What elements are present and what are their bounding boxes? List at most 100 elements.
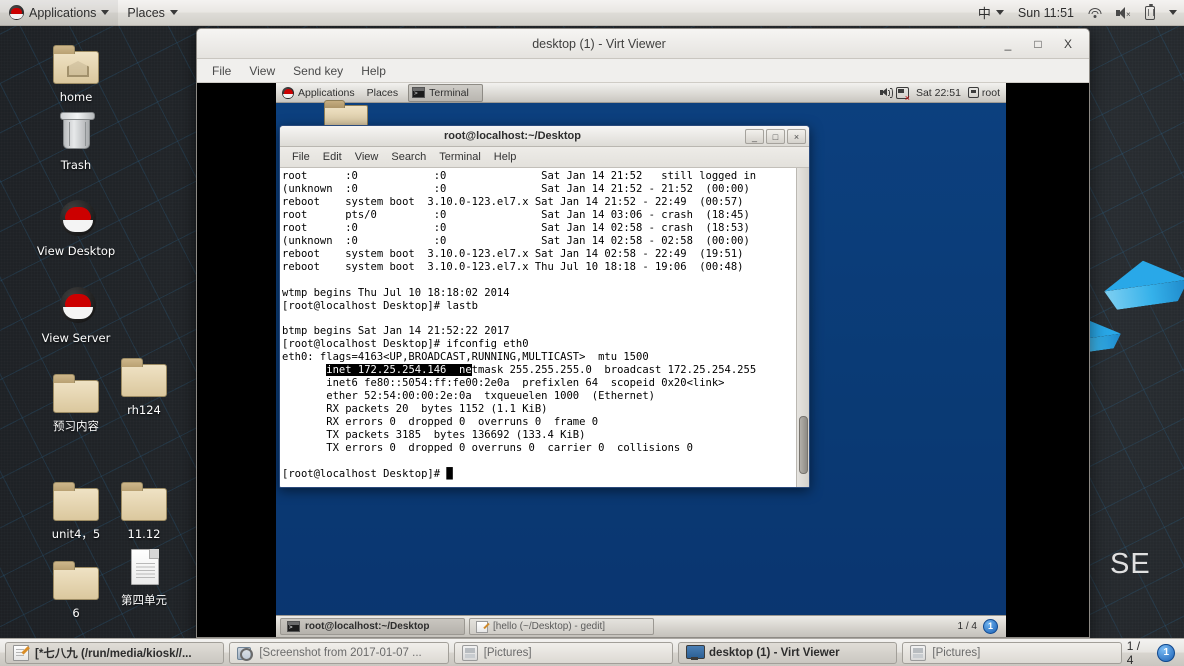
terminal-menubar: File Edit View Search Terminal Help bbox=[280, 147, 809, 168]
menu-file[interactable]: File bbox=[205, 62, 238, 80]
applications-label: Applications bbox=[29, 5, 97, 20]
desktop-icon-disiyuanyuan[interactable]: 第四单元 bbox=[104, 545, 184, 607]
terminal-menu-search[interactable]: Search bbox=[385, 149, 432, 165]
places-menu[interactable]: Places bbox=[118, 0, 187, 26]
chevron-down-icon bbox=[1169, 10, 1177, 15]
applications-menu[interactable]: Applications bbox=[0, 0, 119, 26]
desktop-icon-view-desktop[interactable]: View Desktop bbox=[36, 196, 116, 258]
vm-workspace-badge[interactable]: 1 bbox=[983, 619, 998, 634]
volume-icon[interactable] bbox=[879, 87, 893, 98]
host-task-screenshot[interactable]: [Screenshot from 2017-01-07 ... bbox=[229, 641, 449, 664]
host-task-label: [Pictures] bbox=[932, 646, 981, 659]
vm-clock[interactable]: Sat 22:51 bbox=[916, 87, 961, 99]
terminal-close-button[interactable]: × bbox=[787, 128, 806, 144]
volume-indicator[interactable]: × bbox=[1109, 0, 1138, 26]
host-task-label: [*七八九 (/run/media/kiosk//... bbox=[35, 647, 192, 660]
terminal-menu-help[interactable]: Help bbox=[488, 149, 523, 165]
vm-display-area[interactable]: Applications Places Terminal Sat 22:51 r… bbox=[197, 83, 1089, 637]
folder-icon bbox=[50, 558, 102, 604]
redhat-icon bbox=[50, 283, 102, 329]
folder-icon bbox=[118, 479, 170, 525]
menu-help[interactable]: Help bbox=[354, 62, 393, 80]
monitor-icon bbox=[686, 645, 706, 660]
desktop-icon-label: Trash bbox=[60, 158, 92, 172]
pictures-icon bbox=[461, 644, 478, 661]
terminal-body[interactable]: root :0 :0 Sat Jan 14 21:52 still logged… bbox=[280, 168, 809, 487]
terminal-menu-terminal[interactable]: Terminal bbox=[433, 149, 487, 165]
pictures-icon bbox=[910, 644, 927, 661]
terminal-output[interactable]: root :0 :0 Sat Jan 14 21:52 still logged… bbox=[280, 168, 796, 487]
desktop-icon-rh124[interactable]: rh124 bbox=[104, 355, 184, 417]
vm-workspace-indicator: 1 / 4 1 bbox=[958, 619, 1002, 634]
desktop-icon-home[interactable]: home bbox=[36, 42, 116, 104]
gedit-icon bbox=[476, 620, 488, 633]
desktop-icon-label: 预习内容 bbox=[53, 419, 99, 433]
desktop-icon-11-12[interactable]: 11.12 bbox=[104, 479, 184, 541]
vm-screen[interactable]: Applications Places Terminal Sat 22:51 r… bbox=[276, 83, 1006, 637]
terminal-maximize-button[interactable]: □ bbox=[766, 128, 785, 144]
host-taskbar: [*七八九 (/run/media/kiosk//... [Screenshot… bbox=[0, 638, 1184, 666]
redhat-icon bbox=[9, 5, 24, 20]
vm-task-gedit[interactable]: [hello (~/Desktop) - gedit] bbox=[469, 618, 654, 635]
host-workspace-label: 1 / 4 bbox=[1126, 638, 1141, 666]
wallpaper-text: SE bbox=[1110, 548, 1151, 580]
vm-user-label[interactable]: root bbox=[982, 87, 1000, 99]
trash-icon bbox=[50, 110, 102, 156]
minimize-button[interactable]: _ bbox=[1001, 37, 1015, 51]
terminal-window-controls: _ □ × bbox=[745, 128, 809, 144]
chevron-down-icon bbox=[169, 10, 178, 15]
desktop-icon-label: 11.12 bbox=[127, 527, 161, 541]
input-method-indicator[interactable]: 中 bbox=[971, 0, 1011, 26]
document-icon bbox=[118, 545, 170, 591]
desktop-icon-label: View Desktop bbox=[36, 244, 116, 258]
vm-applications-label: Applications bbox=[298, 86, 355, 99]
host-task-pictures-2[interactable]: [Pictures] bbox=[902, 641, 1122, 664]
clock[interactable]: Sun 11:51 bbox=[1011, 0, 1081, 26]
redhat-icon bbox=[282, 86, 294, 99]
network-disconnected-icon[interactable] bbox=[895, 86, 910, 103]
vm-task-terminal[interactable]: root@localhost:~/Desktop bbox=[280, 618, 465, 635]
virt-viewer-titlebar[interactable]: desktop (1) - Virt Viewer _ □ X bbox=[197, 29, 1089, 59]
terminal-output-after: tmask 255.255.255.0 broadcast 172.25.254… bbox=[282, 364, 757, 480]
screenshot-icon bbox=[237, 645, 254, 661]
terminal-menu-edit[interactable]: Edit bbox=[317, 149, 348, 165]
close-button[interactable]: X bbox=[1061, 37, 1075, 51]
terminal-title: root@localhost:~/Desktop bbox=[444, 130, 581, 142]
folder-icon bbox=[118, 355, 170, 401]
desktop-icon-trash[interactable]: Trash bbox=[36, 110, 116, 172]
user-icon bbox=[967, 87, 979, 98]
maximize-button[interactable]: □ bbox=[1031, 37, 1045, 51]
host-task-pictures[interactable]: [Pictures] bbox=[453, 641, 674, 664]
terminal-icon bbox=[412, 87, 426, 98]
battery-icon bbox=[1145, 3, 1155, 20]
menu-view[interactable]: View bbox=[242, 62, 282, 80]
terminal-scrollbar[interactable] bbox=[796, 168, 809, 487]
vm-applications-menu[interactable]: Applications bbox=[276, 83, 361, 103]
terminal-menu-view[interactable]: View bbox=[349, 149, 385, 165]
vm-window-button-terminal[interactable]: Terminal bbox=[408, 83, 484, 102]
battery-indicator[interactable] bbox=[1138, 0, 1162, 26]
speaker-muted-icon: × bbox=[1116, 6, 1131, 19]
gedit-icon bbox=[13, 644, 29, 661]
host-task-virt-viewer[interactable]: desktop (1) - Virt Viewer bbox=[678, 641, 898, 664]
folder-home-icon bbox=[50, 42, 102, 88]
redhat-icon bbox=[50, 196, 102, 242]
virt-viewer-window[interactable]: desktop (1) - Virt Viewer _ □ X File Vie… bbox=[196, 28, 1090, 638]
desktop-icon-view-server[interactable]: View Server bbox=[36, 283, 116, 345]
vm-places-menu[interactable]: Places bbox=[361, 83, 405, 103]
terminal-selected-text: inet 172.25.254.146 ne bbox=[326, 364, 472, 377]
host-workspace-badge[interactable]: 1 bbox=[1157, 643, 1175, 662]
host-system-tray: 中 Sun 11:51 × bbox=[971, 0, 1184, 26]
terminal-minimize-button[interactable]: _ bbox=[745, 128, 764, 144]
network-wifi-indicator[interactable] bbox=[1081, 0, 1109, 26]
terminal-scrollbar-thumb[interactable] bbox=[799, 416, 808, 474]
terminal-window[interactable]: root@localhost:~/Desktop _ □ × File Edit… bbox=[279, 125, 810, 488]
desktop-icon-label: home bbox=[59, 90, 93, 104]
terminal-titlebar[interactable]: root@localhost:~/Desktop _ □ × bbox=[280, 126, 809, 147]
desktop-icon-label: View Server bbox=[41, 331, 111, 345]
system-menu[interactable] bbox=[1162, 0, 1184, 26]
terminal-menu-file[interactable]: File bbox=[286, 149, 316, 165]
host-task-gedit[interactable]: [*七八九 (/run/media/kiosk//... bbox=[5, 641, 225, 664]
chevron-down-icon bbox=[101, 10, 110, 15]
menu-send-key[interactable]: Send key bbox=[286, 62, 350, 80]
